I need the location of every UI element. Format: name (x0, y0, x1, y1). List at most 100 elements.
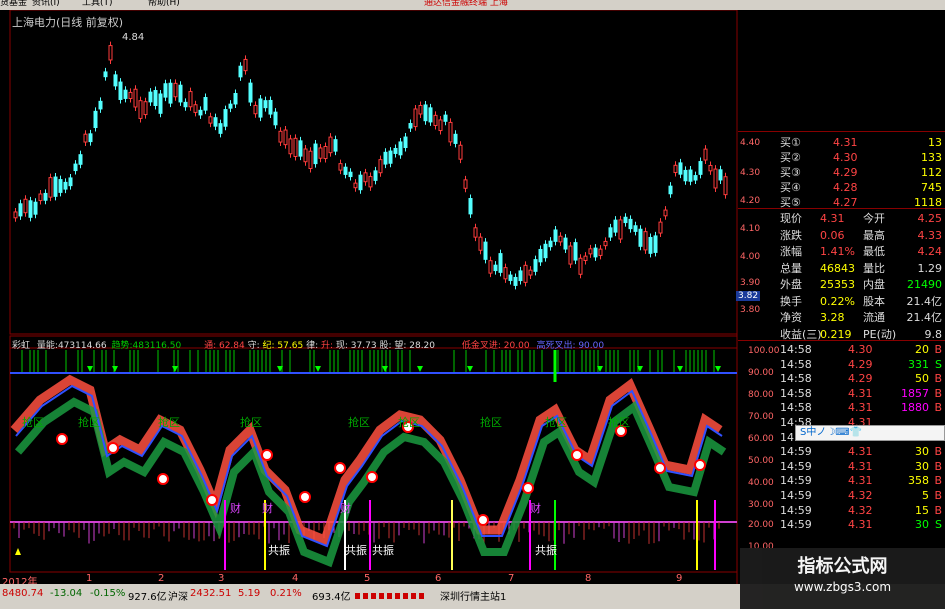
signal-strength-bars (355, 593, 425, 599)
candle-body (368, 176, 373, 188)
tick-time: 14:58 (780, 386, 812, 400)
stat-label-2: 量比 (863, 261, 885, 275)
osc-label: 财 (230, 502, 241, 515)
stat-label-2: 最低 (863, 245, 885, 258)
bid-label: 买④ (780, 181, 801, 194)
hs-pct: 0.21% (270, 588, 302, 599)
candle-body (288, 138, 293, 155)
date-month-label: 2 (158, 573, 165, 584)
stat-label: 现价 (780, 212, 802, 225)
stat-row: 换手 0.22% 股本 21.4亿 (738, 294, 945, 309)
candle-body (713, 168, 718, 189)
tick-time: 14:59 (780, 459, 812, 473)
signal-circle (477, 514, 489, 526)
candle-body (298, 140, 303, 157)
stat-value: 0.22% (820, 294, 855, 308)
menu-item-help[interactable]: 帮助(H) (148, 0, 180, 8)
candle-body (268, 99, 273, 115)
candle-body (448, 121, 453, 143)
up-arrow (15, 548, 21, 555)
stat-value-2: 21.4亿 (906, 294, 943, 308)
tick-volume: 20 (915, 343, 929, 356)
down-arrow (315, 366, 321, 372)
tick-side: B (934, 503, 942, 517)
signal-circle (366, 471, 378, 483)
candle-body (168, 82, 173, 104)
tick-price: 4.32 (848, 503, 873, 517)
candle-body (78, 154, 83, 165)
candle-body (723, 176, 728, 196)
signal-circle (206, 494, 218, 506)
candle-body (328, 136, 333, 154)
candle-body (538, 248, 543, 263)
tick-side: B (934, 459, 942, 473)
ime-toolbar[interactable]: S中ノ☽⌨👕 (795, 425, 945, 441)
tick-price: 4.31 (848, 401, 873, 415)
candle-body (48, 177, 53, 198)
candle-body (673, 164, 678, 174)
osc-label: 抢区 (608, 416, 630, 429)
date-month-label: 1 (86, 573, 93, 584)
tick-price: 4.31 (848, 518, 873, 532)
tick-price: 4.32 (848, 489, 873, 502)
candle-body (708, 164, 713, 172)
osc-label: 抢区 (240, 416, 262, 429)
tick-volume: 1857 (901, 386, 929, 400)
tick-row: 14:58 4.31 1880 B (738, 401, 945, 416)
osc-label: 抢区 (78, 416, 100, 429)
stat-label-2: 股本 (863, 294, 885, 308)
menu-item-info[interactable]: 资讯(I) (32, 0, 60, 8)
candle-body (388, 150, 393, 164)
down-arrow (715, 366, 721, 372)
down-arrow (172, 366, 178, 372)
stat-label-2: 最高 (863, 228, 885, 242)
tick-time: 14:59 (780, 445, 812, 459)
stat-row: 现价 4.31 今开 4.25 (738, 211, 945, 226)
candle-body (248, 82, 253, 103)
candle-body (653, 235, 658, 253)
down-arrow (677, 366, 683, 372)
stat-value-2: 21.4亿 (906, 311, 943, 324)
date-month-label: 7 (508, 573, 515, 584)
candle-body (633, 225, 638, 232)
tick-volume: 30 (915, 518, 929, 532)
candle-body (153, 90, 158, 106)
candle-body (443, 114, 448, 122)
signal-circle (56, 433, 68, 445)
tick-row: 14:59 4.31 358 B (738, 474, 945, 489)
candle-body (363, 172, 368, 183)
menu-item-fund[interactable]: 货基金 (0, 0, 27, 8)
menu-item-tools[interactable]: 工具(T) (82, 0, 113, 8)
candle-body (493, 264, 498, 272)
date-month-label: 6 (435, 573, 442, 584)
candle-body (188, 91, 193, 108)
osc-label: 共振 (268, 544, 290, 557)
osc-label: 抢区 (480, 416, 502, 429)
osc-label: 财 (340, 502, 351, 515)
sh-pct: -0.15% (90, 588, 126, 599)
candle-body (558, 235, 563, 243)
tick-row: 14:59 4.31 30 B (738, 460, 945, 475)
tick-side: B (934, 401, 942, 415)
hs-label[interactable]: 沪深 (168, 588, 188, 603)
stat-value: 46843 (820, 261, 855, 275)
bid-price: 4.31 (833, 136, 858, 149)
candle-body (128, 91, 133, 100)
candle-body (468, 198, 473, 215)
down-arrow (467, 366, 473, 372)
candle-body (608, 227, 613, 238)
stat-value-2: 4.24 (917, 245, 943, 258)
candle-body (163, 83, 168, 98)
candle-body (58, 179, 63, 193)
station-name[interactable]: 深圳行情主站1 (440, 588, 506, 603)
candle-body (263, 100, 268, 109)
candle-body (628, 218, 633, 230)
candle-body (623, 216, 628, 224)
candle-body (238, 65, 243, 78)
sh-change: -13.04 (50, 588, 83, 599)
watermark-url: www.zbgs3.com (793, 580, 892, 594)
candle-body (273, 111, 278, 126)
tick-side: B (934, 372, 942, 386)
candle-body (308, 150, 313, 169)
promo-banner[interactable]: 通达信金融终端 上海 (424, 0, 508, 8)
